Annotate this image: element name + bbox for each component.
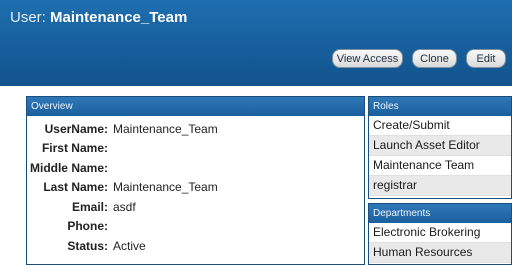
view-access-button[interactable]: View Access: [332, 49, 403, 68]
role-item[interactable]: Launch Asset Editor: [369, 136, 511, 156]
departments-panel: Departments Electronic Brokering Human R…: [368, 203, 512, 265]
field-label: Middle Name:: [29, 160, 108, 175]
roles-panel: Roles Create/Submit Launch Asset Editor …: [368, 96, 512, 199]
field-label: Email:: [71, 199, 108, 214]
field-label: Phone:: [67, 219, 108, 234]
field-row-email: Email: asdf: [27, 197, 364, 217]
title-prefix: User:: [10, 9, 46, 26]
field-row-username: UserName: Maintenance_Team: [27, 119, 364, 139]
field-row-middle-name: Middle Name:: [27, 158, 364, 178]
page-title: User: Maintenance_Team: [10, 9, 187, 26]
page-header: User: Maintenance_Team View Access Clone…: [0, 0, 512, 86]
field-row-last-name: Last Name: Maintenance_Team: [27, 178, 364, 198]
field-label: Status:: [67, 238, 108, 253]
edit-button[interactable]: Edit: [466, 49, 506, 68]
field-value: Active: [113, 238, 146, 253]
field-value: Maintenance_Team: [113, 180, 218, 195]
overview-panel: Overview UserName: Maintenance_Team Firs…: [26, 96, 365, 265]
departments-panel-title: Departments: [369, 204, 511, 223]
department-item[interactable]: Human Resources: [369, 243, 511, 263]
field-row-status: Status: Active: [27, 236, 364, 256]
field-row-phone: Phone:: [27, 217, 364, 237]
field-label: UserName:: [44, 121, 108, 136]
field-label: Last Name:: [43, 180, 108, 195]
user-name-title: Maintenance_Team: [50, 9, 188, 26]
clone-button[interactable]: Clone: [412, 49, 457, 68]
overview-panel-title: Overview: [27, 97, 364, 116]
field-value: asdf: [113, 199, 136, 214]
roles-panel-title: Roles: [369, 97, 511, 116]
role-item[interactable]: Maintenance Team: [369, 156, 511, 176]
field-value: Maintenance_Team: [113, 121, 218, 136]
role-item[interactable]: Create/Submit: [369, 116, 511, 136]
field-label: First Name:: [41, 141, 108, 156]
department-item[interactable]: Electronic Brokering: [369, 223, 511, 243]
field-row-first-name: First Name:: [27, 139, 364, 159]
role-item[interactable]: registrar: [369, 176, 511, 196]
